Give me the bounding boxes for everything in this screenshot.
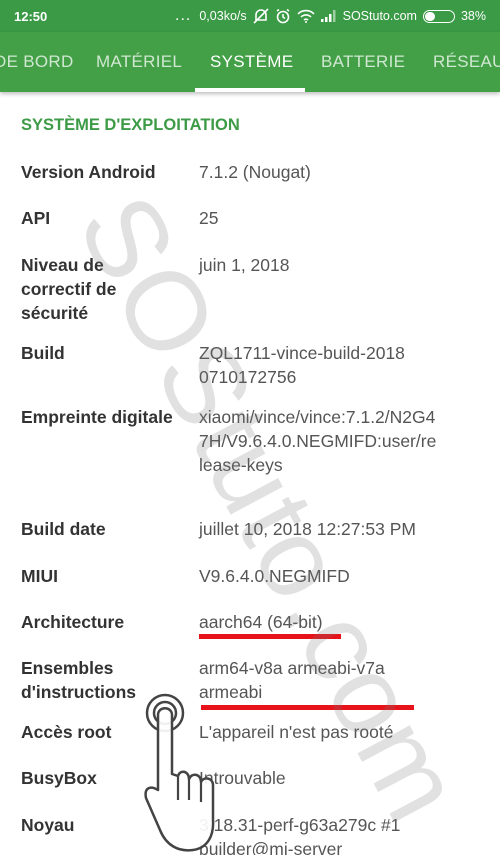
system-info-list[interactable]: SYSTÈME D'EXPLOITATION Version Android 7… [0,92,500,855]
value-security-patch: juin 1, 2018 [199,255,290,275]
network-speed: 0,03ko/s [199,9,247,23]
status-right: ... 0,03ko/s SOStuto.com 38% [175,8,486,24]
value-root-access: L'appareil n'est pas rooté [199,722,394,742]
battery-fill [424,11,435,21]
tab-bar: DE BORD MATÉRIEL SYSTÈME BATTERIE RÉSEAU [0,32,500,92]
value-api: 25 [199,208,219,228]
wifi-icon [297,9,315,23]
value-busybox: Introuvable [199,768,286,788]
instruction-sets-highlight-underline [201,705,414,710]
tab-batterie[interactable]: BATTERIE [321,32,405,92]
label-fingerprint: Empreinte digitale [21,407,173,427]
signal-icon [320,10,337,22]
status-time: 12:50 [14,8,48,24]
label-miui: MIUI [21,566,58,586]
status-bar: 12:50 ... 0,03ko/s SOStuto.com 38% [0,0,500,32]
notification-dots: ... [175,7,192,24]
value-android-version: 7.1.2 (Nougat) [199,162,311,182]
label-architecture: Architecture [21,612,125,632]
value-kernel: 3.18.31-perf-g63a279c #1 builder@mi-serv… [199,815,401,855]
battery-percent: 38% [460,9,486,23]
tab-tableau-de-bord[interactable]: DE BORD [0,32,74,92]
label-build-date: Build date [21,519,106,539]
alarm-icon [275,8,291,24]
carrier-name: SOStuto.com [342,9,417,23]
label-build: Build [21,343,65,363]
battery-icon [422,9,455,23]
label-security-patch: Niveau de correctif de sécurité [21,255,117,323]
label-api: API [21,208,51,228]
value-build: ZQL1711-vince-build-20180710172756 [199,343,405,387]
tab-reseau[interactable]: RÉSEAU [433,32,500,92]
section-title: SYSTÈME D'EXPLOITATION [21,116,240,134]
value-instruction-sets: arm64-v8a armeabi-v7a armeabi [199,658,385,702]
label-android-version: Version Android [21,162,156,182]
value-fingerprint: xiaomi/vince/vince:7.1.2/N2G47H/V9.6.4.0… [199,407,437,475]
tab-materiel[interactable]: MATÉRIEL [96,32,182,92]
value-miui: V9.6.4.0.NEGMIFD [199,566,350,586]
dnd-off-icon [253,8,269,24]
value-build-date: juillet 10, 2018 12:27:53 PM [199,519,416,539]
pointing-hand-icon [138,690,218,855]
architecture-highlight-underline [199,634,341,639]
value-architecture: aarch64 (64-bit) [199,612,323,632]
tab-systeme[interactable]: SYSTÈME [210,32,293,92]
